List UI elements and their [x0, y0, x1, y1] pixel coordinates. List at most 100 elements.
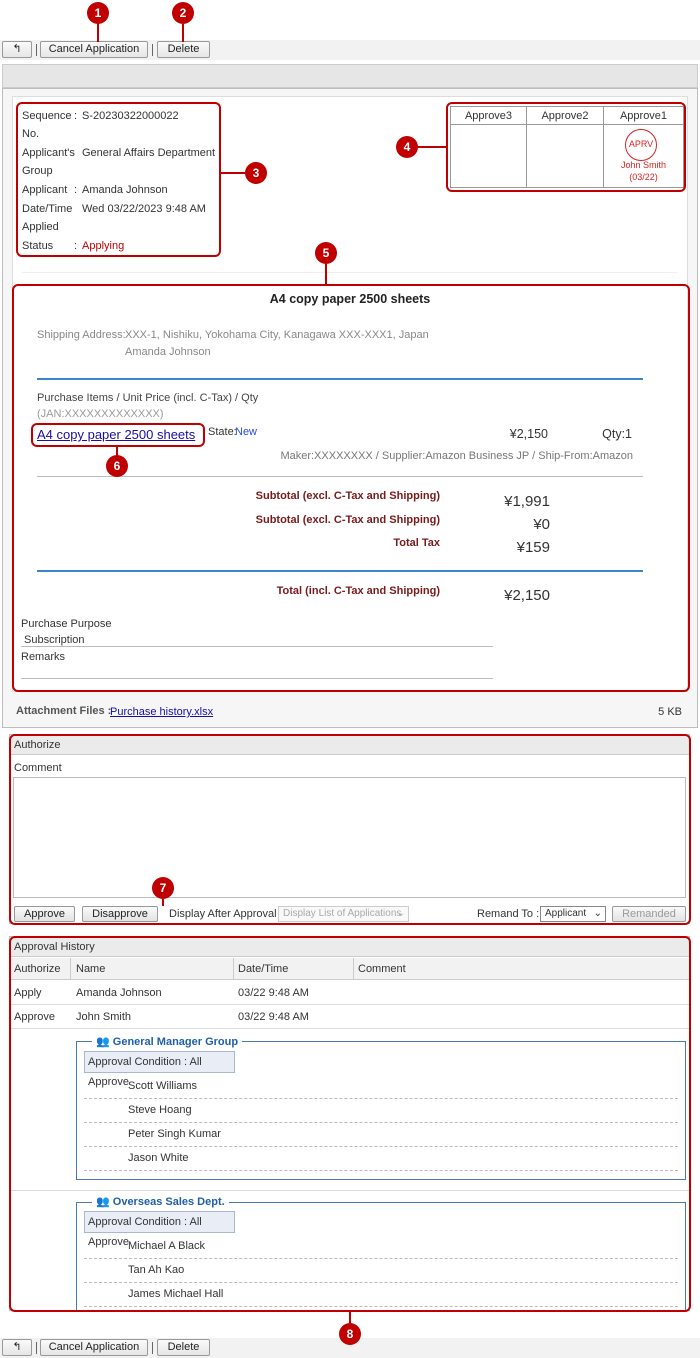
- remand-value: Applicant: [545, 908, 587, 919]
- remand-select[interactable]: Applicant ⌄: [540, 906, 606, 922]
- shipping-name: Amanda Johnson: [125, 346, 211, 358]
- approver-name: James Michael Hall: [128, 1288, 224, 1300]
- approver-name: Jason White: [128, 1152, 189, 1164]
- approval-stamp: APRV: [625, 129, 657, 161]
- back-arrow-icon: ↰: [12, 43, 22, 55]
- callout-line-7: [162, 899, 164, 906]
- approve2-header: Approve2: [527, 107, 604, 125]
- col-divider: [353, 958, 354, 980]
- callout-line-3: [221, 172, 245, 174]
- approver-divider: [84, 1146, 678, 1147]
- subtotal1-value: ¥1,991: [504, 493, 550, 510]
- subtotal2-label: Subtotal (excl. C-Tax and Shipping): [255, 514, 440, 526]
- remarks-underline: [21, 678, 493, 679]
- item-link[interactable]: A4 copy paper 2500 sheets: [37, 427, 195, 442]
- callout-marker-6: 6: [106, 455, 128, 477]
- row-name: Amanda Johnson: [76, 987, 162, 999]
- group-label-2: Group: [22, 165, 53, 177]
- purpose-underline: [21, 646, 493, 647]
- total-rule: [37, 570, 643, 572]
- callout-marker-5: 5: [315, 242, 337, 264]
- col-divider: [70, 958, 71, 980]
- display-after-value: Display List of Applications: [283, 908, 402, 919]
- back-button[interactable]: ↰: [2, 41, 32, 58]
- col-name: Name: [76, 963, 106, 975]
- content-header-band: [2, 64, 698, 88]
- history-title: Approval History: [10, 937, 689, 957]
- approver-group-title: 👥 General Manager Group: [92, 1035, 243, 1048]
- remanded-button[interactable]: Remanded: [612, 906, 686, 922]
- disapprove-button[interactable]: Disapprove: [82, 906, 158, 922]
- shipping-address: XXX-1, Nishiku, Yokohama City, Kanagawa …: [125, 329, 429, 341]
- subtotal2-value: ¥0: [533, 516, 550, 533]
- back-button[interactable]: ↰: [2, 1339, 32, 1356]
- shipping-label: Shipping Address:: [37, 329, 126, 341]
- table-row: Approve John Smith 03/22 9:48 AM: [10, 1005, 689, 1029]
- approver-group-title: 👥 Overseas Sales Dept.: [92, 1195, 229, 1208]
- row-auth: Apply: [14, 987, 42, 999]
- approve2-cell: [527, 125, 604, 187]
- group-separator: [10, 1190, 689, 1191]
- colon: :: [74, 240, 78, 252]
- approver-divider: [84, 1122, 678, 1123]
- state-label: State:: [208, 426, 237, 438]
- jan-code: (JAN:XXXXXXXXXXXXX): [37, 408, 164, 420]
- cancel-application-button[interactable]: Cancel Application: [40, 1339, 148, 1356]
- items-header: Purchase Items / Unit Price (incl. C-Tax…: [37, 392, 259, 404]
- delete-button[interactable]: Delete: [157, 41, 210, 58]
- approver-divider: [84, 1170, 678, 1171]
- approver-name: Scott Williams: [128, 1080, 198, 1092]
- toolbar-separator: [152, 1342, 153, 1354]
- remarks-label: Remarks: [21, 651, 66, 663]
- approve3-header: Approve3: [451, 107, 527, 125]
- row-datetime: 03/22 9:48 AM: [238, 987, 309, 999]
- status-value: Applying: [82, 240, 125, 252]
- cancel-application-button[interactable]: Cancel Application: [40, 41, 148, 58]
- applicant-value: Amanda Johnson: [82, 184, 168, 196]
- approve1-header: Approve1: [604, 107, 683, 125]
- chevron-down-icon: ⌄: [396, 908, 405, 919]
- approve-button[interactable]: Approve: [14, 906, 75, 922]
- total-label: Total (incl. C-Tax and Shipping): [276, 585, 440, 597]
- purpose-value: Subscription: [24, 634, 85, 646]
- info-block: Sequence No. : S-20230322000022 Applican…: [22, 107, 222, 257]
- authorize-title: Authorize: [10, 735, 689, 755]
- remand-label: Remand To :: [477, 908, 540, 920]
- callout-marker-1: 1: [87, 2, 109, 24]
- purpose-label: Purchase Purpose: [21, 618, 112, 630]
- approver-name: Peter Singh Kumar: [128, 1128, 221, 1140]
- sequence-label-2: No.: [22, 128, 40, 140]
- comment-textarea[interactable]: [13, 777, 686, 898]
- toolbar-separator: [152, 44, 153, 56]
- department-icon: 👥: [96, 1196, 110, 1208]
- item-divider: [37, 476, 643, 477]
- display-after-select[interactable]: Display List of Applications ⌄: [278, 906, 409, 922]
- stamp-name: John Smith: [620, 160, 667, 170]
- callout-marker-4: 4: [396, 136, 418, 158]
- section-rule: [37, 378, 643, 380]
- group-value: General Affairs Department: [82, 147, 216, 159]
- applicant-label: Applicant: [22, 184, 68, 196]
- col-divider: [233, 958, 234, 980]
- delete-button[interactable]: Delete: [157, 1339, 210, 1356]
- approver-divider: [84, 1098, 678, 1099]
- form-title: A4 copy paper 2500 sheets: [269, 292, 431, 306]
- top-toolbar: ↰ Cancel Application Delete: [0, 40, 700, 60]
- display-after-label: Display After Approval :: [169, 908, 283, 920]
- approval-stamp-table: Approve3 Approve2 Approve1 APRV John Smi…: [450, 106, 684, 188]
- datetime-label-2: Applied: [22, 221, 59, 233]
- approver-divider: [84, 1306, 678, 1307]
- callout-marker-3: 3: [245, 162, 267, 184]
- attachment-link[interactable]: Purchase history.xlsx: [110, 706, 213, 718]
- back-arrow-icon: ↰: [12, 1341, 22, 1353]
- table-row: Apply Amanda Johnson 03/22 9:48 AM: [10, 981, 689, 1005]
- callout-line-5: [325, 264, 327, 284]
- stamp-date: (03/22): [629, 172, 658, 182]
- total-value: ¥2,150: [504, 587, 550, 604]
- approval-condition: Approval Condition : All Approve: [84, 1211, 235, 1248]
- subtotal1-label: Subtotal (excl. C-Tax and Shipping): [255, 490, 440, 502]
- sequence-label: Sequence: [22, 110, 72, 122]
- info-divider: [22, 272, 678, 273]
- toolbar-separator: [36, 44, 37, 56]
- col-datetime: Date/Time: [238, 963, 289, 975]
